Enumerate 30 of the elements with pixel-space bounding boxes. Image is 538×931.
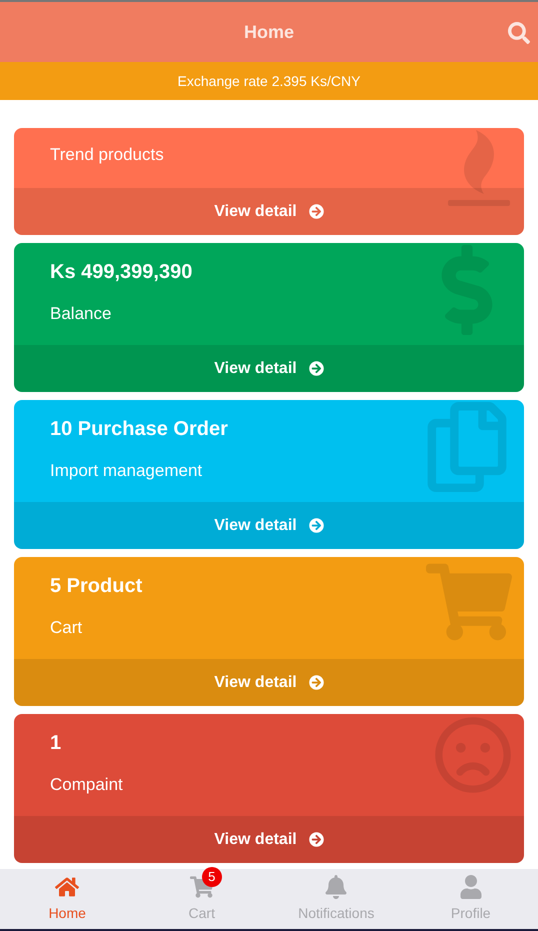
arrow-right-icon bbox=[308, 204, 324, 219]
card-title: 10 Purchase Order bbox=[50, 417, 229, 442]
card-title: Trend products bbox=[50, 145, 164, 164]
home-icon bbox=[55, 874, 80, 898]
card-title: 5 Product bbox=[50, 574, 144, 599]
nav-tab[interactable]: Notifications bbox=[269, 869, 404, 929]
page-title: Home bbox=[244, 20, 294, 44]
card-subtitle: Balance bbox=[50, 303, 112, 325]
arrow-right-icon bbox=[308, 832, 324, 847]
card-title: 1 bbox=[50, 731, 62, 756]
arrow-right-icon bbox=[308, 361, 324, 376]
cart-badge: 5 bbox=[202, 866, 222, 886]
view-detail-button[interactable]: View detail bbox=[14, 816, 524, 863]
search-button[interactable] bbox=[508, 22, 530, 44]
search-icon bbox=[508, 22, 530, 44]
arrow-right-icon bbox=[308, 675, 324, 690]
card-subtitle: Import management bbox=[50, 460, 204, 482]
view-detail-button[interactable]: View detail bbox=[14, 659, 524, 706]
nav-tab[interactable]: Home bbox=[0, 869, 134, 929]
view-detail-button[interactable]: View detail bbox=[14, 345, 524, 392]
person-icon bbox=[458, 874, 483, 898]
arrow-right-icon bbox=[308, 518, 324, 533]
card-title: Ks 499,399,390 bbox=[50, 260, 194, 285]
card-subtitle: Cart bbox=[50, 617, 84, 639]
nav-tab[interactable]: 5 Cart bbox=[134, 869, 269, 929]
card-subtitle: Compaint bbox=[50, 774, 124, 796]
nav-tab[interactable]: Profile bbox=[404, 869, 538, 929]
bell-icon bbox=[324, 874, 348, 898]
exchange-rate-text: Exchange rate 2.395 Ks/CNY bbox=[178, 72, 360, 91]
view-detail-button[interactable]: View detail bbox=[14, 502, 524, 549]
